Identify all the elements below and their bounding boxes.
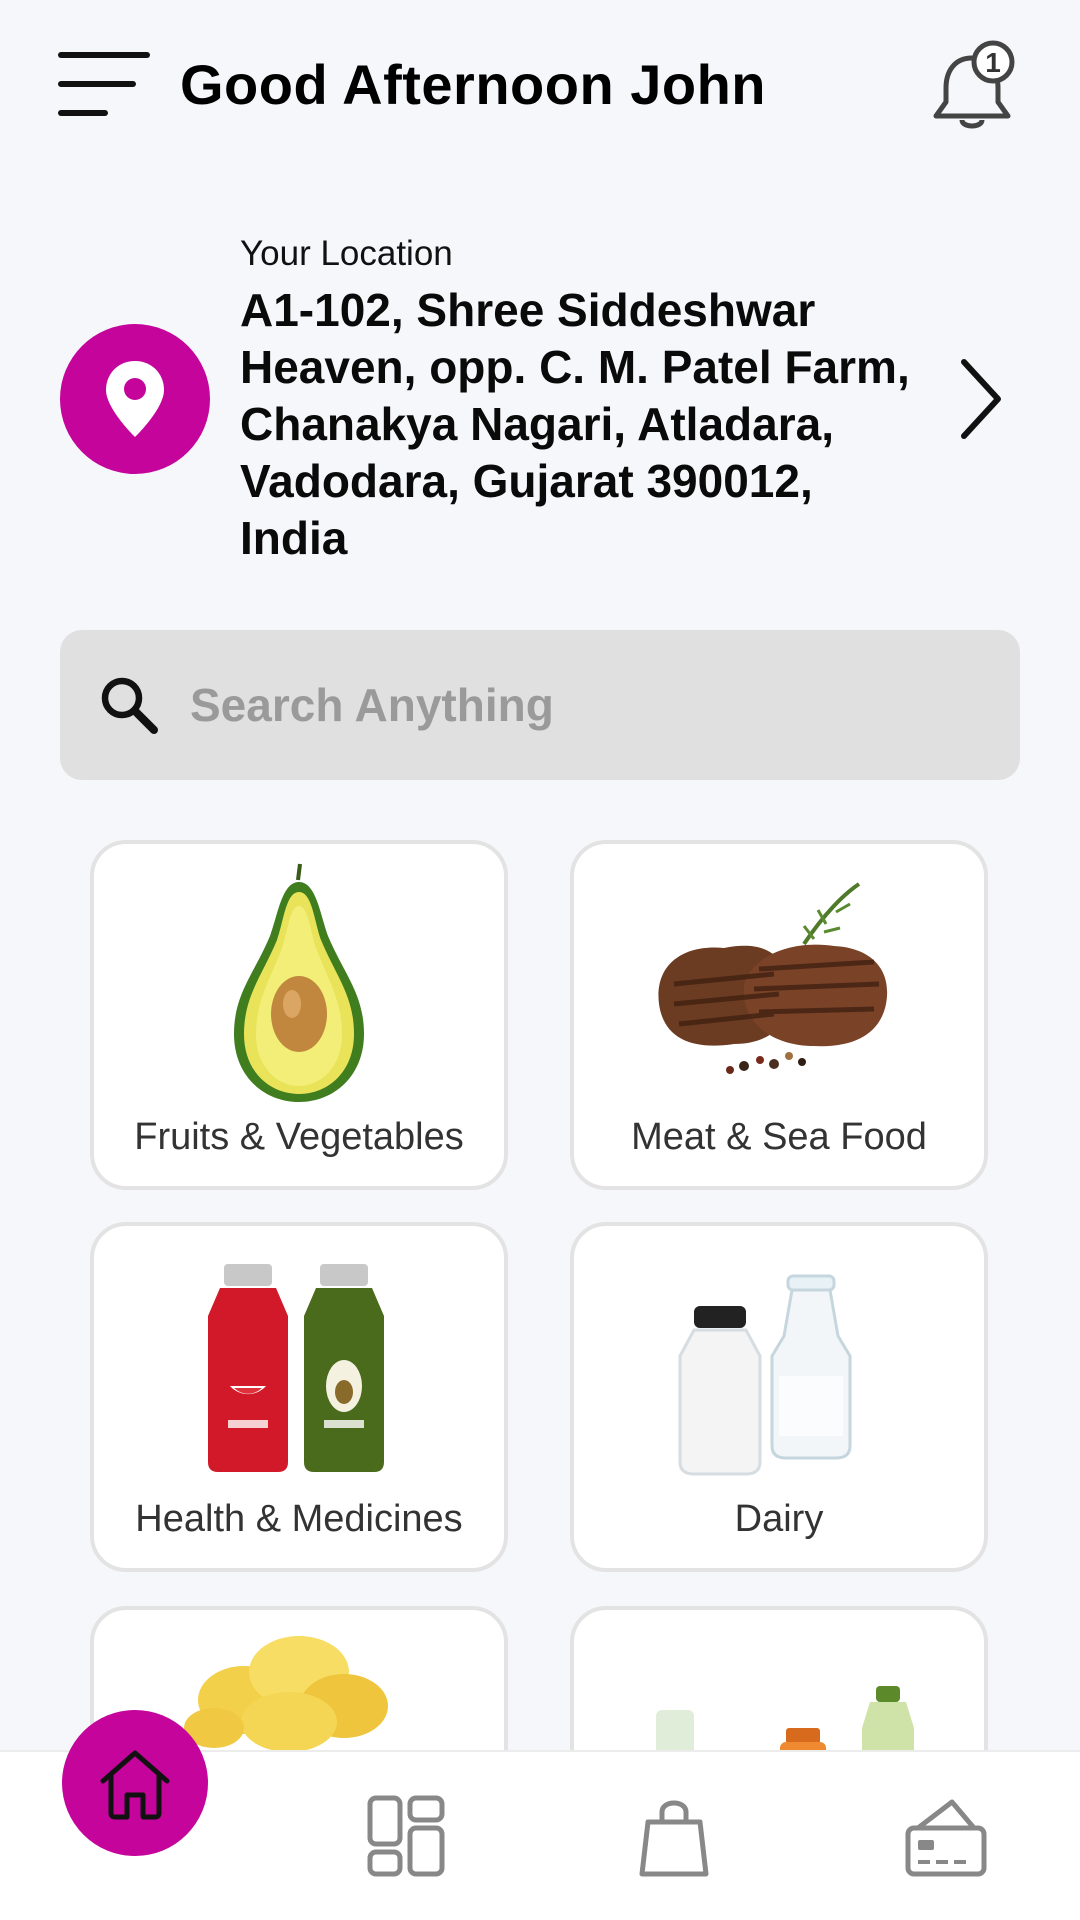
category-card-dairy[interactable]: Dairy: [570, 1222, 988, 1572]
chevron-right-icon: [961, 359, 1001, 439]
menu-line: [58, 52, 150, 58]
search-input[interactable]: [190, 665, 980, 745]
location-address[interactable]: A1-102, Shree Siddeshwar Heaven, opp. C.…: [240, 282, 930, 567]
app-header: Good Afternoon John 1: [0, 0, 1080, 170]
menu-line: [58, 110, 108, 116]
nav-payments-button[interactable]: [904, 1794, 988, 1878]
home-icon: [100, 1750, 170, 1820]
greeting-title: Good Afternoon John: [180, 53, 766, 116]
location-next-button[interactable]: [950, 356, 1010, 442]
bell-icon: 1: [933, 40, 1015, 129]
shopping-bag-icon: [639, 1800, 709, 1877]
location-pin-badge[interactable]: [60, 324, 210, 474]
menu-button[interactable]: [58, 50, 152, 120]
steak-image: [658, 882, 888, 1074]
location-pin-icon: [106, 361, 164, 437]
category-label: Dairy: [734, 1498, 824, 1540]
dashboard-icon: [367, 1795, 445, 1877]
category-label: Health & Medicines: [135, 1498, 463, 1540]
juice-bottles-image: [208, 1264, 384, 1472]
nav-home-button[interactable]: [62, 1710, 208, 1856]
notifications-button[interactable]: 1: [922, 36, 1022, 136]
nav-orders-button[interactable]: [632, 1794, 716, 1878]
nav-dashboard-button[interactable]: [364, 1794, 448, 1878]
search-icon: [101, 677, 158, 734]
wallet-card-icon: [905, 1799, 987, 1877]
category-card-health-medicines[interactable]: Health & Medicines: [90, 1222, 508, 1572]
menu-line: [58, 81, 136, 87]
category-card-meat-seafood[interactable]: Meat & Sea Food: [570, 840, 988, 1190]
notification-count: 1: [985, 47, 1001, 78]
search-bar[interactable]: [60, 630, 1020, 780]
category-label: Fruits & Vegetables: [134, 1116, 464, 1158]
category-card-fruits-vegetables[interactable]: Fruits & Vegetables: [90, 840, 508, 1190]
location-label: Your Location: [240, 234, 453, 273]
avocado-image: [234, 863, 364, 1102]
category-label: Meat & Sea Food: [631, 1116, 927, 1158]
milk-bottles-image: [678, 1274, 852, 1476]
